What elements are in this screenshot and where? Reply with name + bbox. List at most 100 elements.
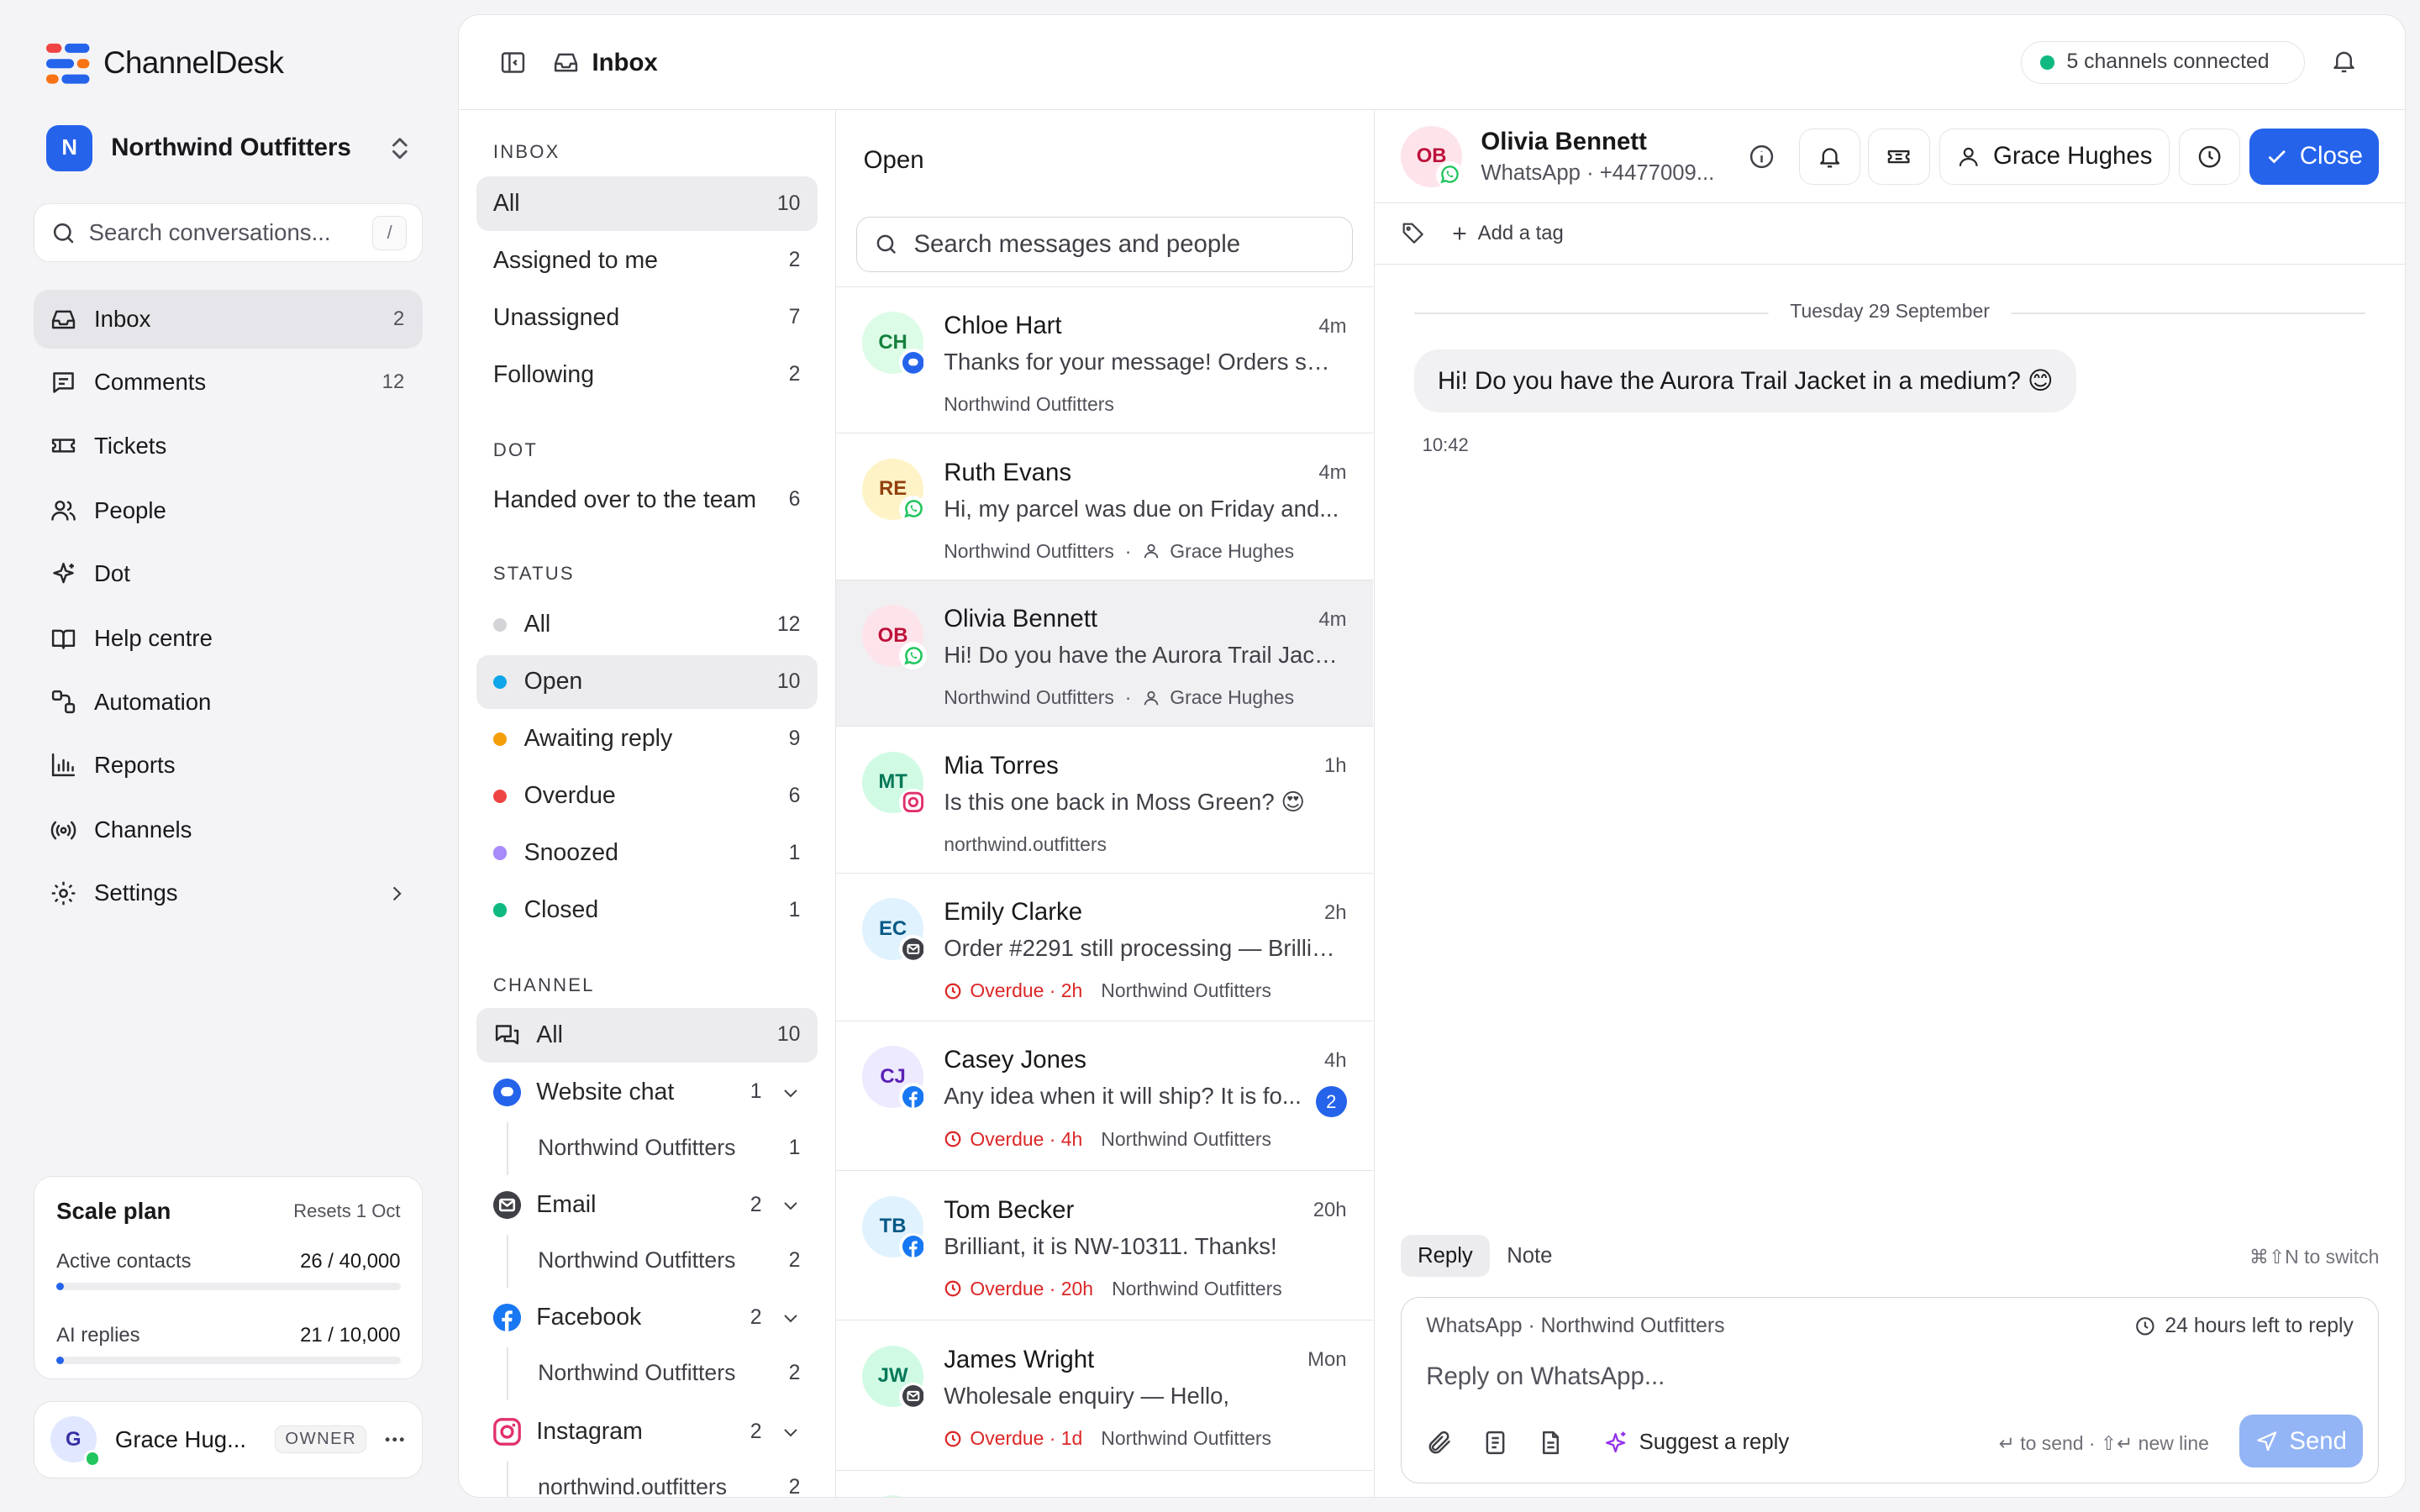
channel-instagram[interactable]: Instagram 2 xyxy=(476,1404,818,1458)
nav-inbox[interactable]: Inbox 2 xyxy=(34,290,424,349)
folder-assigned-to-me[interactable]: Assigned to me 2 xyxy=(476,234,818,287)
channel-sub-facebook[interactable]: Northwind Outfitters 2 xyxy=(507,1347,817,1400)
user-menu[interactable]: G Grace Hug... OWNER xyxy=(34,1400,424,1478)
status-all[interactable]: All 12 xyxy=(476,598,818,652)
contact-name: Tom Becker xyxy=(944,1195,1075,1224)
channel-sub-website-chat[interactable]: Northwind Outfitters 1 xyxy=(507,1121,817,1174)
message-bubble[interactable]: Hi! Do you have the Aurora Trail Jacket … xyxy=(1414,349,2077,413)
whatsapp-badge xyxy=(898,495,927,523)
status-snoozed[interactable]: Snoozed 1 xyxy=(476,827,818,880)
user-icon xyxy=(1959,147,1978,166)
channel-website-chat[interactable]: Website chat 1 xyxy=(476,1065,818,1119)
tab-reply[interactable]: Reply xyxy=(1400,1235,1490,1277)
channel-all[interactable]: All 10 xyxy=(476,1008,818,1063)
nav-people[interactable]: People xyxy=(34,481,423,540)
conversation-row[interactable]: JW James Wright Mon Wholesale enquiry — Hel… xyxy=(835,1320,1373,1469)
avatar: G xyxy=(50,1416,102,1467)
channel-email[interactable]: Email 2 xyxy=(476,1178,818,1231)
sidebar-toggle-icon xyxy=(502,52,525,73)
channels-status-pill[interactable]: 5 channels connected xyxy=(2021,40,2306,85)
status-awaiting-reply[interactable]: Awaiting reply 9 xyxy=(476,712,818,766)
nav-channels[interactable]: Channels xyxy=(34,801,423,859)
folder-handed-over[interactable]: Handed over to the team 6 xyxy=(476,473,818,527)
inbox-name: Northwind Outfitters xyxy=(1101,979,1271,1002)
hours-left-text: 24 hours left to reply xyxy=(2165,1315,2354,1338)
conversation-row[interactable]: MT Mia Torres 1h Is this one back in Moss G… xyxy=(835,726,1373,872)
more-icon[interactable] xyxy=(382,1427,407,1452)
nav-reports[interactable]: Reports xyxy=(34,736,423,795)
sidebar-search-input[interactable]: Search conversations... / xyxy=(34,203,424,263)
attach-button[interactable] xyxy=(1426,1429,1454,1457)
conversation-row[interactable]: CJ Casey Jones 4h Any idea when it will shi… xyxy=(835,1021,1373,1170)
message-preview: Order #2291 still processing — Brillia..… xyxy=(944,935,1339,962)
suggest-reply-button[interactable]: Suggest a reply xyxy=(1602,1430,1789,1456)
conversation-row[interactable]: CH Chloe Hart 4m Thanks for your message! O… xyxy=(835,286,1373,433)
chat-icon xyxy=(902,351,924,374)
nav-dot[interactable]: Dot xyxy=(34,544,423,603)
status-open[interactable]: Open 10 xyxy=(476,654,818,710)
inbox-name: Northwind Outfitters xyxy=(944,393,1114,416)
chevron-down-icon[interactable] xyxy=(781,1195,801,1215)
contact-info-button[interactable] xyxy=(1748,143,1776,171)
saved-replies-button[interactable] xyxy=(1481,1429,1509,1457)
nav-comments[interactable]: Comments 12 xyxy=(34,354,423,412)
people-icon xyxy=(50,501,76,522)
conversation-time: 20h xyxy=(1313,1199,1347,1222)
notifications-button[interactable] xyxy=(2330,47,2358,75)
status-dot xyxy=(2040,55,2054,70)
folder-label: All xyxy=(492,190,520,217)
channel-facebook[interactable]: Facebook 2 xyxy=(476,1290,818,1344)
folder-following[interactable]: Following 2 xyxy=(476,348,818,402)
status-overdue[interactable]: Overdue 6 xyxy=(476,769,818,823)
conversation-row[interactable]: RE Ruth Evans 4m Hi, my parcel was due on F… xyxy=(835,433,1373,579)
app-logo[interactable]: ChannelDesk xyxy=(46,42,284,85)
nav-tickets[interactable]: Tickets xyxy=(34,417,423,475)
channel-count: 10 xyxy=(776,1023,801,1047)
status-closed[interactable]: Closed 1 xyxy=(476,884,818,937)
inbox-title-icon-wrap xyxy=(552,49,580,76)
conversation-meta: northwind.outfitters xyxy=(944,833,1107,856)
conversation-search-input[interactable]: Search messages and people xyxy=(855,217,1353,273)
conversation-time: 4m xyxy=(1318,461,1347,485)
article-button[interactable] xyxy=(1537,1429,1565,1457)
snooze-button[interactable] xyxy=(2178,129,2240,185)
user-icon xyxy=(1144,690,1159,706)
assignee-button[interactable]: Grace Hughes xyxy=(1939,129,2170,185)
folder-all[interactable]: All 10 xyxy=(476,176,818,231)
channel-sub-instagram[interactable]: northwind.outfitters 2 xyxy=(507,1461,817,1497)
workspace-switcher[interactable]: N Northwind Outfitters xyxy=(34,120,423,176)
nav-settings[interactable]: Settings xyxy=(34,864,423,923)
add-tag-button[interactable]: Add a tag xyxy=(1450,222,1564,245)
nav-help-centre[interactable]: Help centre xyxy=(34,609,423,668)
channel-sub-email[interactable]: Northwind Outfitters 2 xyxy=(507,1234,817,1288)
folder-count: 2 xyxy=(788,363,801,386)
message-preview: Thanks for your message! Orders shi... xyxy=(944,349,1339,375)
chevron-down-icon[interactable] xyxy=(781,1422,801,1442)
toggle-sidebar-button[interactable] xyxy=(499,49,527,76)
reply-composer[interactable]: WhatsApp · Northwind Outfitters 24 hours… xyxy=(1400,1296,2380,1484)
close-conversation-button[interactable]: Close xyxy=(2249,129,2380,185)
conversation-row[interactable] xyxy=(835,1469,1373,1498)
send-button[interactable]: Send xyxy=(2239,1415,2363,1467)
create-ticket-button[interactable] xyxy=(1868,129,1930,185)
conversation-row[interactable]: TB Tom Becker 20h Brilliant, it is NW-10311… xyxy=(835,1170,1373,1320)
facebook-icon xyxy=(902,1236,924,1258)
status-label: Closed xyxy=(523,896,599,924)
folder-unassigned[interactable]: Unassigned 7 xyxy=(476,291,818,344)
chevron-down-icon[interactable] xyxy=(781,1083,801,1103)
contact-name: Casey Jones xyxy=(944,1046,1086,1074)
tab-note[interactable]: Note xyxy=(1490,1235,1570,1277)
contact-name[interactable]: Olivia Bennett xyxy=(1481,128,1647,156)
chevron-down-icon[interactable] xyxy=(781,1308,801,1328)
ticket-icon xyxy=(51,438,75,453)
nav-automation[interactable]: Automation xyxy=(34,673,423,732)
status-dot xyxy=(492,675,508,690)
usage-value: 21 / 10,000 xyxy=(300,1324,401,1347)
follow-button[interactable] xyxy=(1798,129,1861,185)
conversation-row[interactable]: EC Emily Clarke 2h Order #2291 still proces… xyxy=(835,872,1373,1021)
conversation-row[interactable]: OB Olivia Bennett 4m Hi! Do you have the Au… xyxy=(835,579,1373,727)
channel-label: Facebook xyxy=(536,1304,642,1331)
conversation-time: 1h xyxy=(1324,754,1347,778)
chat-badge xyxy=(898,349,927,377)
clock-icon xyxy=(944,1131,961,1147)
